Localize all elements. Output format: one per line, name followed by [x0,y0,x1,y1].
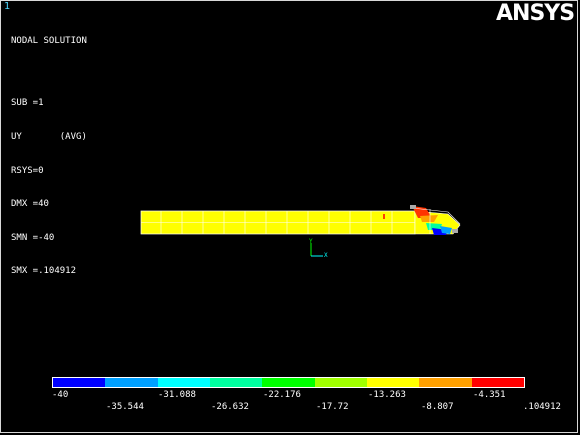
legend-label-top-5: -4.351 [473,390,506,400]
legend-color-5 [262,378,315,387]
legend-color-9 [471,378,524,387]
legend-color-7 [366,378,420,387]
legend-label-bottom-5: .104912 [523,402,561,412]
legend-color-3 [157,378,210,387]
triad-x-label: X [324,252,328,259]
legend-label-bottom-1: -35.544 [106,402,144,412]
legend-color-2 [105,378,158,387]
beam-mesh[interactable] [140,205,461,235]
legend-color-1 [53,378,106,387]
contour-legend-bar [52,377,525,388]
legend-label-bottom-4: -8.807 [421,402,454,412]
legend-label-bottom-3: -17.72 [316,402,349,412]
legend-color-8 [419,378,472,387]
legend-color-4 [209,378,263,387]
legend-label-top-2: -31.088 [158,390,196,400]
legend-label-top-4: -13.263 [368,390,406,400]
legend-label-top-1: -40 [52,390,69,400]
coordinate-triad: Y X [309,238,328,259]
model-view[interactable]: Y X [0,0,580,435]
triad-y-label: Y [309,238,313,245]
legend-label-bottom-2: -26.632 [211,402,249,412]
legend-color-6 [314,378,367,387]
legend-label-top-3: -22.176 [263,390,301,400]
